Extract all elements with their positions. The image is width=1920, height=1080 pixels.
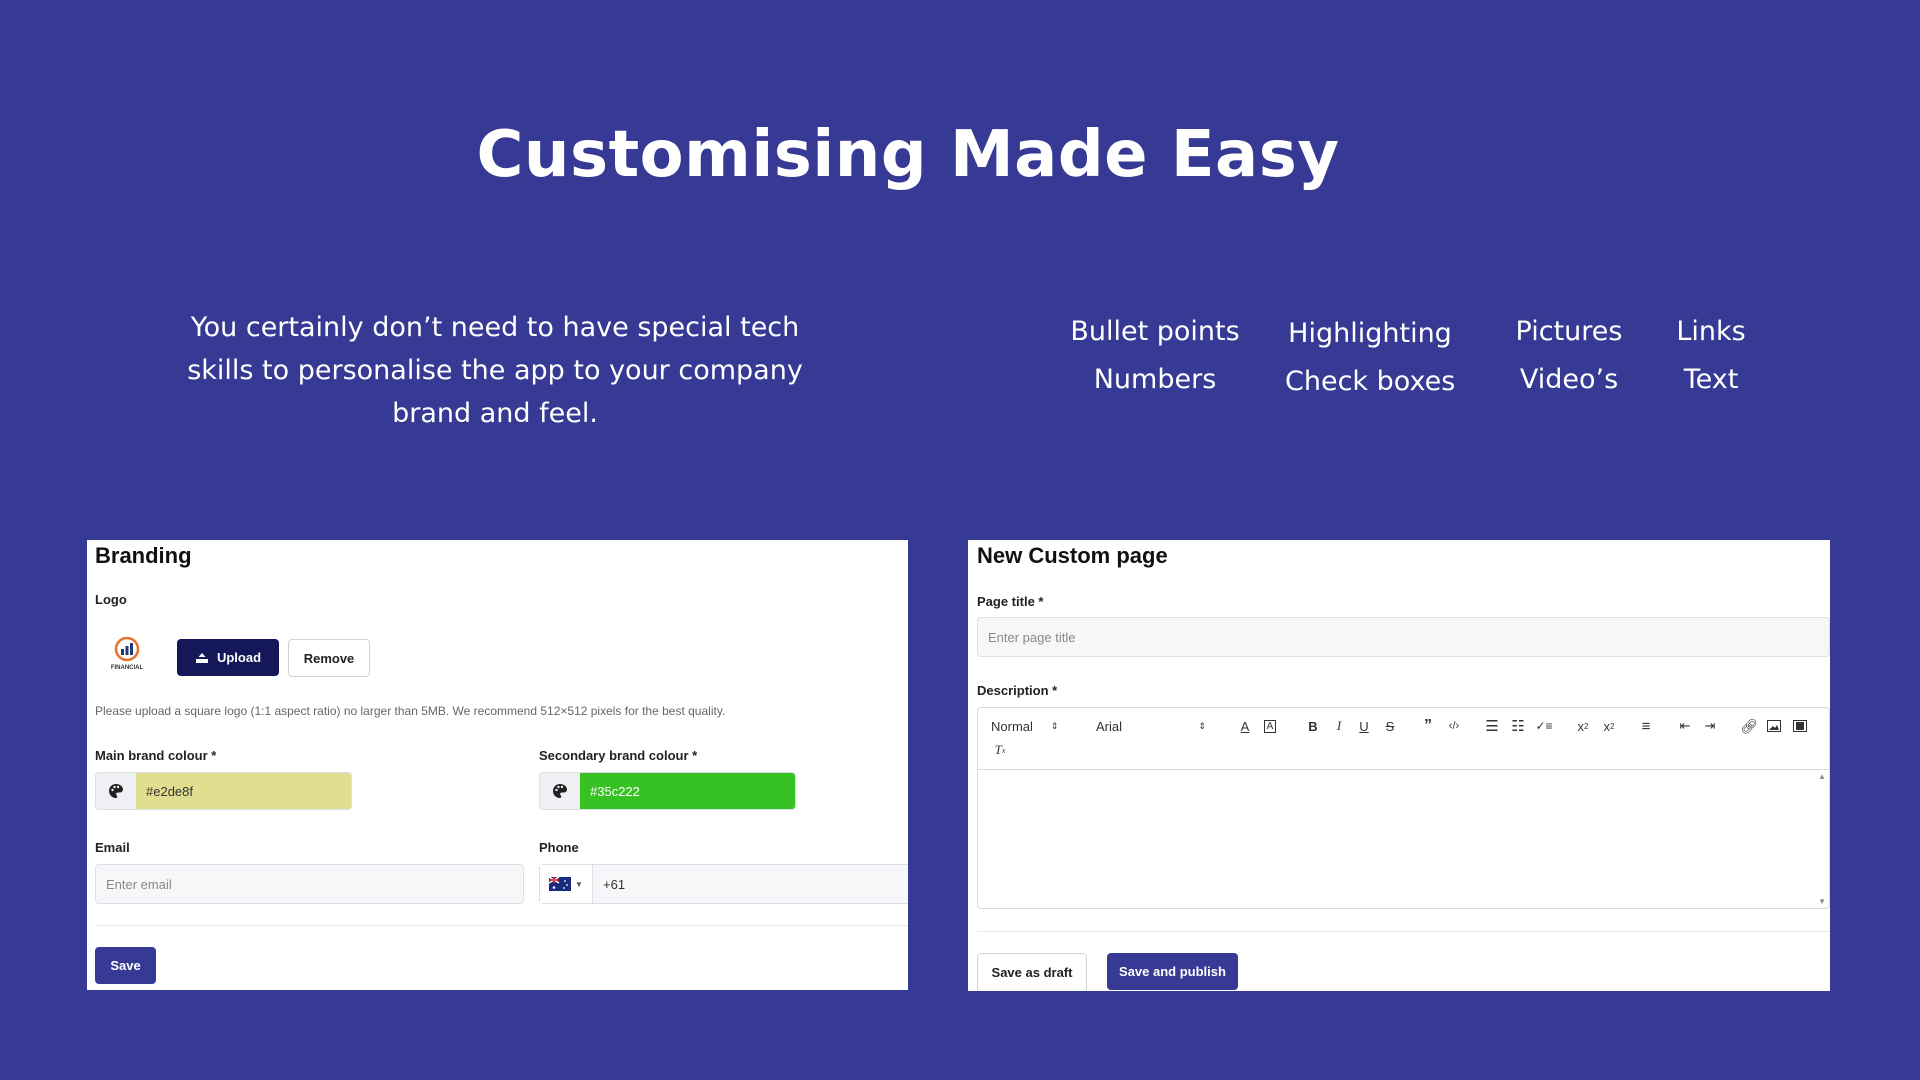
logo-preview: FINANCIAL bbox=[105, 636, 149, 676]
phone-input[interactable]: +61 bbox=[593, 865, 908, 903]
feature-videos: Video’s bbox=[1519, 364, 1619, 395]
email-label: Email bbox=[95, 840, 130, 855]
video-icon[interactable] bbox=[1791, 717, 1809, 735]
main-colour-label: Main brand colour * bbox=[95, 748, 217, 763]
feature-highlighting: Highlighting bbox=[1288, 318, 1452, 349]
blockquote-icon[interactable]: ” bbox=[1419, 717, 1437, 735]
phone-field[interactable]: ▼ +61 bbox=[539, 864, 908, 904]
intro-line-3: brand and feel. bbox=[392, 398, 598, 429]
branding-title: Branding bbox=[95, 543, 192, 568]
logo-label: Logo bbox=[95, 592, 127, 607]
code-icon[interactable]: ‹/› bbox=[1445, 717, 1463, 735]
custom-page-panel: New Custom page Page title * Enter page … bbox=[968, 540, 1830, 991]
palette-icon[interactable] bbox=[96, 773, 136, 809]
upload-icon bbox=[195, 652, 208, 663]
font-select-value: Arial bbox=[1096, 718, 1123, 734]
save-button[interactable]: Save bbox=[95, 947, 156, 984]
save-draft-button[interactable]: Save as draft bbox=[977, 953, 1087, 991]
logo-text: FINANCIAL bbox=[110, 665, 144, 671]
main-colour-value[interactable]: #e2de8f bbox=[136, 773, 351, 809]
australia-flag-icon bbox=[549, 877, 572, 891]
hero-title: Customising Made Easy bbox=[476, 118, 1340, 192]
intro-line-1: You certainly don’t need to have special… bbox=[190, 312, 800, 343]
bullet-list-icon[interactable]: ☷ bbox=[1509, 717, 1527, 735]
logo-hint: Please upload a square logo (1:1 aspect … bbox=[95, 704, 726, 718]
outdent-icon[interactable]: ⇤ bbox=[1676, 717, 1694, 735]
main-colour-field[interactable]: #e2de8f bbox=[95, 772, 352, 810]
chevron-down-icon: ▼ bbox=[575, 879, 583, 889]
remove-button[interactable]: Remove bbox=[288, 639, 370, 677]
indent-icon[interactable]: ⇥ bbox=[1701, 717, 1719, 735]
page-title-input[interactable]: Enter page title bbox=[977, 617, 1830, 657]
secondary-colour-label: Secondary brand colour * bbox=[539, 748, 698, 763]
description-editor[interactable]: ▲ ▼ bbox=[977, 769, 1830, 909]
description-label: Description * bbox=[977, 683, 1058, 698]
upload-button[interactable]: Upload bbox=[177, 639, 279, 676]
country-selector[interactable]: ▼ bbox=[540, 865, 593, 903]
feature-text: Text bbox=[1683, 364, 1739, 395]
email-input[interactable]: Enter email bbox=[95, 864, 524, 904]
feature-numbers: Numbers bbox=[1093, 364, 1217, 395]
superscript-icon[interactable]: x2 bbox=[1599, 717, 1619, 735]
text-color-icon[interactable]: A bbox=[1236, 717, 1254, 735]
feature-bullet-points: Bullet points bbox=[1070, 316, 1240, 347]
secondary-colour-value[interactable]: #35c222 bbox=[580, 773, 795, 809]
align-icon[interactable]: ≡ bbox=[1637, 717, 1655, 735]
check-list-icon[interactable]: ✓≡ bbox=[1535, 717, 1553, 735]
style-select[interactable]: Normal ⇕ bbox=[991, 717, 1058, 735]
feature-list: Bullet points Highlighting Pictures Link… bbox=[1070, 316, 1770, 416]
scroll-up-icon[interactable]: ▲ bbox=[1818, 772, 1826, 781]
save-publish-button[interactable]: Save and publish bbox=[1107, 953, 1238, 990]
updown-icon: ⇕ bbox=[1050, 720, 1059, 731]
form-divider bbox=[977, 931, 1830, 932]
custom-page-title: New Custom page bbox=[977, 543, 1168, 568]
scroll-down-icon[interactable]: ▼ bbox=[1818, 897, 1826, 906]
bold-icon[interactable]: B bbox=[1304, 717, 1322, 735]
editor-toolbar: Normal ⇕ Arial ⇕ A A B I U S ” ‹/› ☰ ☷ ✓… bbox=[977, 707, 1830, 769]
updown-icon: ⇕ bbox=[1198, 720, 1206, 731]
logo-chart-icon bbox=[114, 636, 140, 662]
underline-icon[interactable]: U bbox=[1355, 717, 1373, 735]
intro-text: You certainly don’t need to have special… bbox=[160, 306, 830, 435]
palette-icon[interactable] bbox=[540, 773, 580, 809]
feature-check-boxes: Check boxes bbox=[1285, 366, 1456, 397]
feature-pictures: Pictures bbox=[1515, 316, 1623, 347]
feature-links: Links bbox=[1676, 316, 1746, 347]
subscript-icon[interactable]: x2 bbox=[1573, 717, 1593, 735]
intro-line-2: skills to personalise the app to your co… bbox=[187, 355, 803, 386]
link-icon[interactable]: 🔗︎ bbox=[1740, 717, 1758, 735]
phone-label: Phone bbox=[539, 840, 579, 855]
background-color-icon[interactable]: A bbox=[1261, 717, 1279, 735]
form-divider bbox=[95, 925, 908, 926]
upload-label: Upload bbox=[216, 650, 262, 665]
page-title-label: Page title * bbox=[977, 594, 1044, 609]
ordered-list-icon[interactable]: ☰ bbox=[1483, 717, 1501, 735]
font-select[interactable]: Arial ⇕ bbox=[1096, 717, 1206, 735]
branding-panel: Branding Logo FINANCIAL Upload Remove Pl… bbox=[87, 540, 908, 990]
image-icon[interactable] bbox=[1765, 717, 1783, 735]
italic-icon[interactable]: I bbox=[1330, 717, 1348, 735]
clear-format-icon[interactable]: Tx bbox=[991, 741, 1009, 759]
style-select-value: Normal bbox=[991, 718, 1033, 734]
secondary-colour-field[interactable]: #35c222 bbox=[539, 772, 796, 810]
strikethrough-icon[interactable]: S bbox=[1381, 717, 1399, 735]
